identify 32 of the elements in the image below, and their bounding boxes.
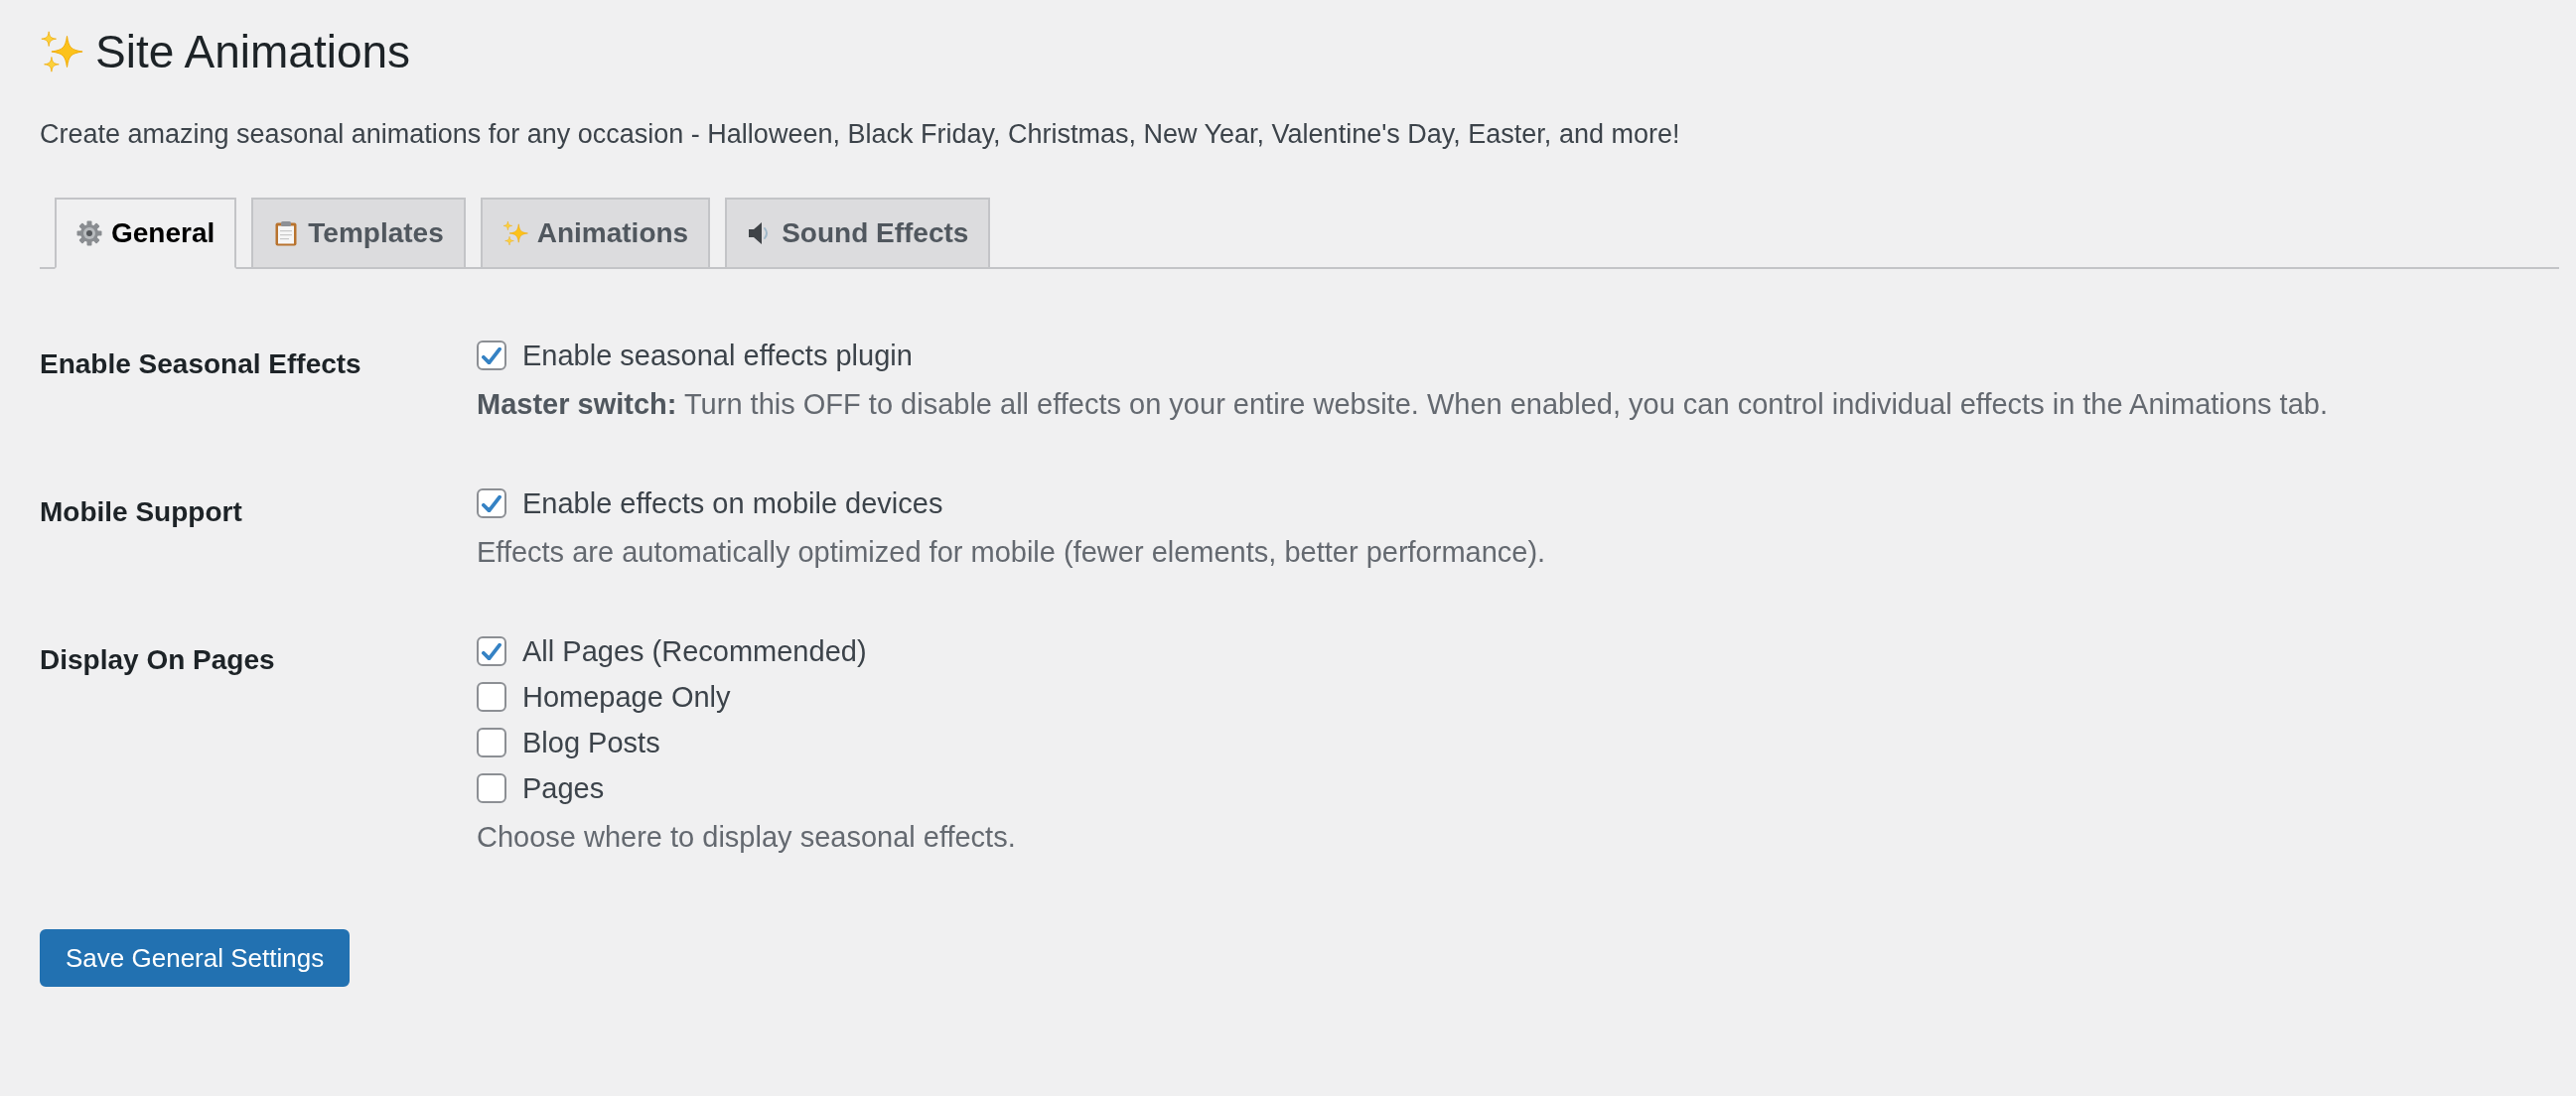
gear-icon [76,220,102,246]
checkbox[interactable] [477,773,506,803]
clipboard-icon [273,220,300,246]
checkbox-label[interactable]: Enable effects on mobile devices [522,485,943,521]
checkbox[interactable] [477,728,506,757]
checkbox[interactable] [477,636,506,666]
tab[interactable]: Sound Effects [725,198,991,269]
setting-label: Mobile Support [40,496,242,527]
tick-icon [482,346,501,364]
save-button[interactable]: Save General Settings [40,929,351,987]
tab[interactable]: Templates [251,198,466,269]
checkbox-label[interactable]: Homepage Only [522,679,731,715]
tab[interactable]: Animations [480,198,711,269]
checkbox[interactable] [477,341,506,370]
sparkles-icon [40,30,83,73]
checkbox-label[interactable]: Enable seasonal effects plugin [522,338,913,373]
tab[interactable]: General [55,198,237,269]
page-description: Create amazing seasonal animations for any occasion - Halloween, Black Friday, Christmas, New Year, Valentine's Day, Easter, and more! [40,118,1680,151]
setting-description: Effects are automatically optimized for mobile (fewer elements, better performance). [477,535,1546,570]
setting-label: Enable Seasonal Effects [40,348,361,379]
checkbox-label[interactable]: Blog Posts [522,725,660,760]
checkbox[interactable] [477,488,506,518]
setting-label: Display On Pages [40,644,275,675]
setting-description: Master switch: Turn this OFF to disable all effects on your entire website. When enabled, you can control individual effects in the Animations tab. [477,387,2328,422]
checkbox-label[interactable]: Pages [522,770,605,806]
tick-icon [482,642,501,660]
checkbox-label[interactable]: All Pages (Recommended) [522,633,867,669]
tick-icon [482,494,501,512]
checkbox[interactable] [477,682,506,712]
sparkles-icon [501,220,528,246]
page-title: Site Animations [95,25,411,79]
setting-description: Choose where to display seasonal effects. [477,820,1016,855]
